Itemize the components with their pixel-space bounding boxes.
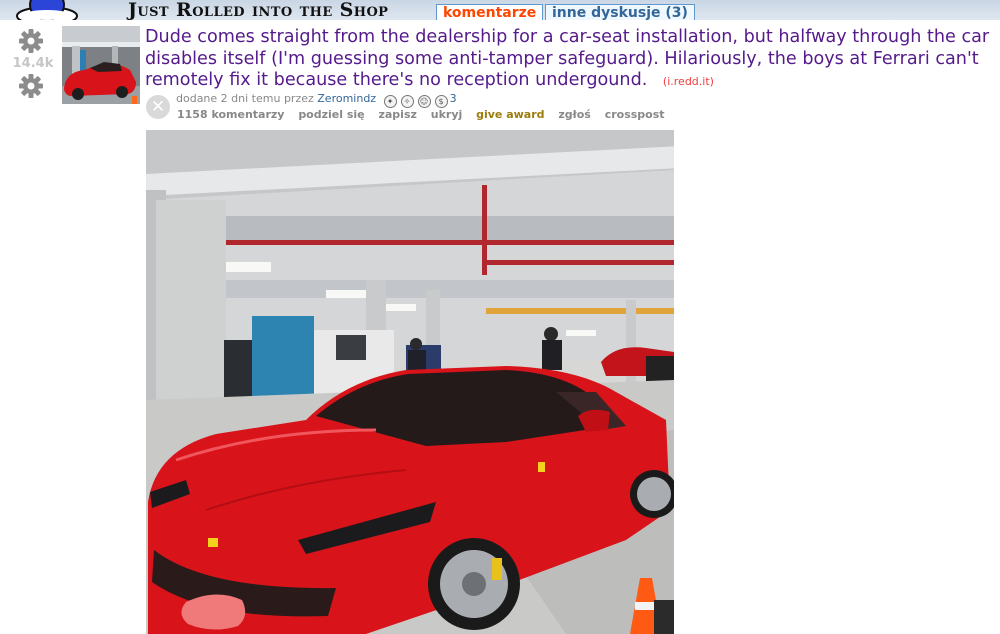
- crosspost-link[interactable]: crosspost: [605, 108, 665, 121]
- post-title-link[interactable]: Dude comes straight from the dealership …: [145, 27, 989, 90]
- save-link[interactable]: zapisz: [378, 108, 416, 121]
- give-award-link[interactable]: give award: [476, 108, 544, 121]
- report-link[interactable]: zgłoś: [558, 108, 590, 121]
- post-tagline: dodane 2 dni temu przez Zeromindz ✦ ✧ ☺ $3: [176, 92, 457, 108]
- tab-other-discussions[interactable]: inne dyskusje (3): [545, 4, 695, 20]
- share-link[interactable]: podziel się: [298, 108, 364, 121]
- award-icon[interactable]: ✦: [383, 95, 397, 108]
- post-thumbnail[interactable]: [62, 26, 140, 104]
- award-icon[interactable]: $: [434, 95, 448, 108]
- thumbnail-image: [62, 26, 140, 104]
- tagline-prefix: dodane 2 dni temu przez: [176, 92, 314, 105]
- hide-link[interactable]: ukryj: [431, 108, 463, 121]
- downvote-gear-icon[interactable]: [18, 73, 44, 99]
- award-count: 3: [449, 92, 457, 105]
- comments-link[interactable]: 1158 komentarzy: [177, 108, 284, 121]
- award-icon[interactable]: ☺: [417, 95, 431, 108]
- award-icon[interactable]: ✧: [400, 95, 414, 108]
- subreddit-title[interactable]: Just Rolled into the Shop: [128, 1, 388, 20]
- upvote-gear-icon[interactable]: [18, 28, 44, 54]
- post-score: 14.4k: [12, 56, 54, 71]
- tab-comments[interactable]: komentarze: [436, 4, 544, 20]
- hide-x-icon[interactable]: ✕: [146, 95, 170, 119]
- post-domain[interactable]: (i.redd.it): [663, 75, 714, 88]
- ferrari-photo: [146, 130, 674, 634]
- reddit-alien-logo-icon[interactable]: [14, 0, 80, 20]
- post-buttons: 1158 komentarzy podziel się zapisz ukryj…: [177, 108, 675, 121]
- post-title-block: Dude comes straight from the dealership …: [145, 27, 990, 93]
- post-media-image[interactable]: [146, 130, 674, 634]
- author-link[interactable]: Zeromindz: [317, 92, 376, 105]
- subreddit-header: Just Rolled into the Shop komentarze inn…: [0, 0, 1000, 20]
